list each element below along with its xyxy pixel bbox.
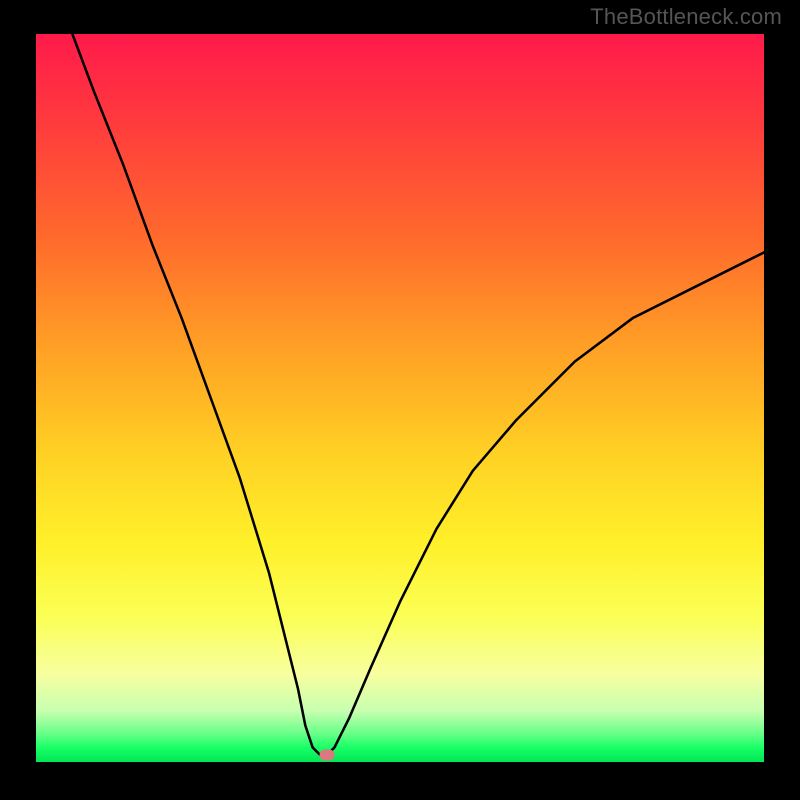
optimum-marker bbox=[320, 749, 335, 760]
bottleneck-curve bbox=[72, 34, 764, 755]
curve-layer bbox=[36, 34, 764, 762]
watermark-text: TheBottleneck.com bbox=[590, 4, 782, 30]
plot-area bbox=[36, 34, 764, 762]
chart-frame: TheBottleneck.com bbox=[0, 0, 800, 800]
